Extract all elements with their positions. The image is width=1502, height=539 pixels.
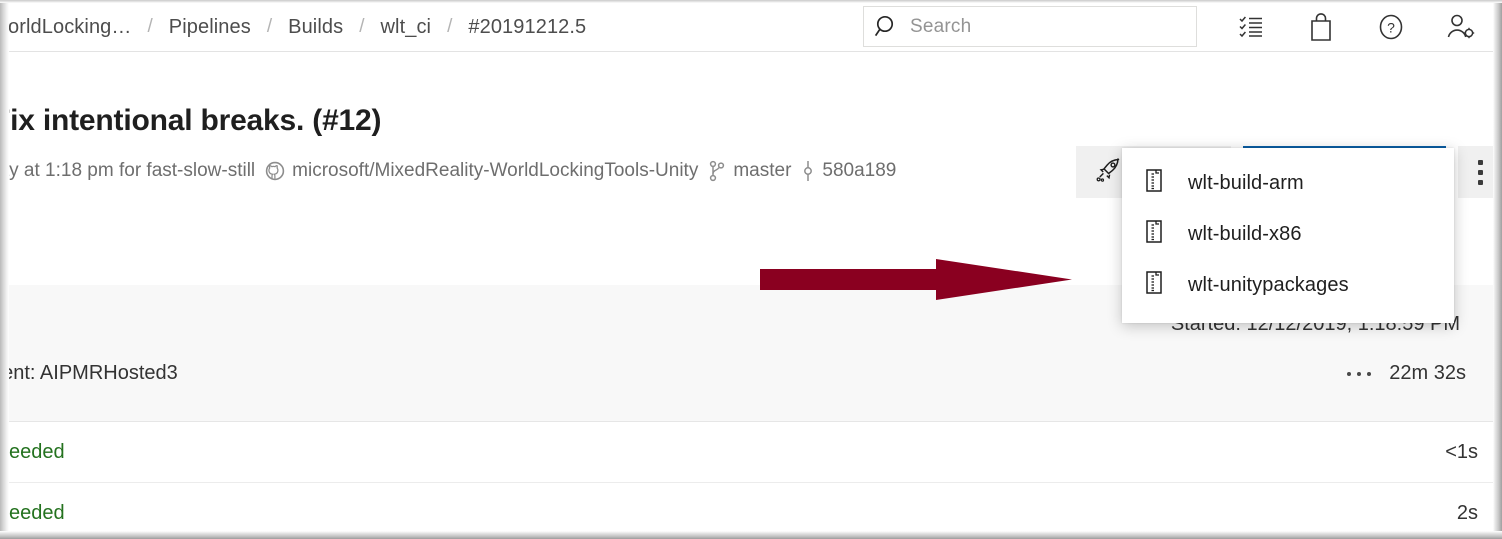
commit-icon — [801, 160, 815, 182]
svg-text:?: ? — [1387, 20, 1395, 36]
artifacts-dropdown-menu: wlt-build-arm wlt-build-x86 wlt-unitypac… — [1122, 148, 1454, 323]
marketplace-bag-icon[interactable] — [1286, 2, 1356, 52]
breadcrumb-item-builds[interactable]: Builds — [274, 16, 357, 39]
top-bar-icon-group: ? — [1216, 2, 1496, 52]
stage-duration-row: 22m 32s — [1347, 362, 1466, 385]
artifact-menu-item-label: wlt-build-arm — [1188, 172, 1304, 194]
window-edge-right — [1493, 0, 1502, 539]
build-time-text: day at 1:18 pm for fast-slow-still — [0, 160, 256, 181]
zip-package-icon — [1144, 270, 1166, 301]
breadcrumb-separator: / — [147, 16, 153, 37]
page-title: Fix intentional breaks. (#12) — [0, 104, 382, 137]
build-subtitle: day at 1:18 pm for fast-slow-still micro… — [0, 160, 898, 182]
search-input[interactable]: Search — [910, 16, 971, 38]
branch-icon — [708, 160, 726, 182]
user-settings-icon[interactable] — [1426, 2, 1496, 52]
breadcrumb-item-project[interactable]: orldLocking… — [0, 16, 146, 39]
search-box[interactable]: Search — [863, 6, 1197, 47]
window-edge-top — [0, 0, 1502, 3]
stage-duration: 22m 32s — [1389, 362, 1466, 384]
repository-link[interactable]: microsoft/MixedReality-WorldLockingTools… — [292, 160, 698, 182]
breadcrumb-separator: / — [359, 16, 365, 37]
task-row[interactable]: cceeded <1s — [0, 423, 1502, 483]
task-status-text: cceeded — [0, 502, 65, 524]
task-duration: <1s — [1445, 441, 1478, 463]
breadcrumb-item-pipelines[interactable]: Pipelines — [155, 16, 265, 39]
commit-hash[interactable]: 580a189 — [822, 160, 896, 182]
artifact-menu-item-wlt-build-x86[interactable]: wlt-build-x86 — [1122, 209, 1454, 260]
breadcrumb-item-build-number[interactable]: #20191212.5 — [454, 16, 600, 39]
azure-devops-build-summary-screen: orldLocking… / Pipelines / Builds / wlt_… — [0, 0, 1502, 539]
task-status-text: cceeded — [0, 441, 65, 463]
help-question-icon[interactable]: ? — [1356, 2, 1426, 52]
breadcrumb-separator: / — [266, 16, 273, 37]
breadcrumb-separator: / — [447, 16, 453, 37]
horizontal-ellipsis-icon[interactable] — [1347, 371, 1372, 376]
rocket-icon — [1096, 156, 1123, 189]
window-edge-left — [0, 0, 9, 539]
github-icon — [265, 161, 285, 181]
zip-package-icon — [1144, 168, 1166, 199]
tasks-list-icon[interactable] — [1216, 2, 1286, 52]
window-edge-bottom — [0, 531, 1502, 539]
breadcrumb: orldLocking… / Pipelines / Builds / wlt_… — [0, 2, 600, 52]
vertical-ellipsis-icon — [1477, 159, 1483, 185]
build-agent-name: gent: AIPMRHosted3 — [0, 362, 178, 384]
artifact-menu-item-label: wlt-unitypackages — [1188, 274, 1349, 296]
artifact-menu-item-wlt-build-arm[interactable]: wlt-build-arm — [1122, 158, 1454, 209]
top-navigation-bar: orldLocking… / Pipelines / Builds / wlt_… — [0, 2, 1502, 52]
artifact-menu-item-label: wlt-build-x86 — [1188, 223, 1302, 245]
breadcrumb-item-pipeline-name[interactable]: wlt_ci — [366, 16, 445, 39]
search-icon — [864, 7, 910, 46]
artifact-menu-item-wlt-unitypackages[interactable]: wlt-unitypackages — [1122, 260, 1454, 311]
task-duration: 2s — [1456, 502, 1478, 524]
zip-package-icon — [1144, 219, 1166, 250]
branch-name[interactable]: master — [733, 160, 791, 182]
